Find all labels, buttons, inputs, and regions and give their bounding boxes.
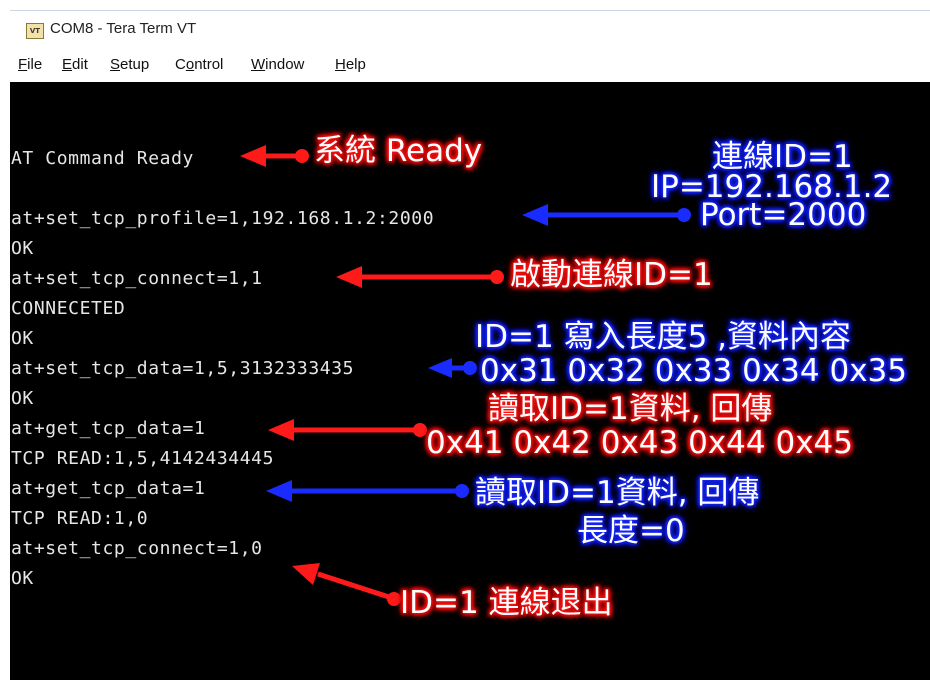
menu-control-rest: ntrol	[194, 56, 224, 73]
terminal-line: TCP READ:1,0	[11, 508, 149, 529]
terminal-line: at+get_tcp_data=1	[11, 418, 206, 439]
terminal-line: at+get_tcp_data=1	[11, 478, 206, 499]
terminal-line: OK	[11, 328, 34, 349]
annotation-port: Port=2000	[700, 197, 867, 233]
menu-window[interactable]: Window	[251, 56, 304, 73]
menu-setup[interactable]: Setup	[110, 56, 149, 73]
terminal-line: at+set_tcp_connect=1,0	[11, 538, 263, 559]
window-title: COM8 - Tera Term VT	[50, 20, 197, 37]
title-bar[interactable]: VT COM8 - Tera Term VT	[10, 10, 930, 47]
menu-file-accel: F	[18, 56, 28, 73]
menu-edit-rest: dit	[72, 56, 88, 73]
menu-help[interactable]: Help	[335, 56, 366, 73]
menu-help-rest: elp	[345, 56, 366, 73]
terminal-line: AT Command Ready	[11, 148, 194, 169]
annotation-disconnect: ID=1 連線退出	[400, 585, 613, 621]
annotation-start-connection: 啟動連線ID=1	[510, 257, 713, 293]
menu-window-rest: indow	[265, 56, 305, 73]
menu-control-accel: o	[185, 56, 195, 73]
terminal-line: OK	[11, 388, 34, 409]
menu-file-rest: ile	[27, 56, 43, 73]
annotation-read-data-1: 0x41 0x42 0x43 0x44 0x45	[426, 425, 853, 461]
menu-window-accel: W	[251, 56, 266, 73]
terminal-line: at+set_tcp_data=1,5,3132333435	[11, 358, 355, 379]
terminal-line: TCP READ:1,5,4142434445	[11, 448, 275, 469]
terminal-line: OK	[11, 568, 34, 589]
menu-setup-accel: S	[110, 56, 121, 73]
annotation-read-length-2: 長度=0	[577, 513, 685, 549]
menu-setup-rest: etup	[120, 56, 150, 73]
terminal-line: OK	[11, 238, 34, 259]
annotation-write-description: ID=1 寫入長度5 ,資料內容	[475, 319, 851, 355]
menu-help-accel: H	[335, 56, 346, 73]
annotation-read-description-1: 讀取ID=1資料, 回傳	[488, 391, 773, 427]
tera-term-app-icon: VT	[26, 23, 44, 39]
menu-control[interactable]: Control	[175, 56, 223, 73]
terminal-line: CONNECETED	[11, 298, 126, 319]
terminal-line: at+set_tcp_connect=1,1	[11, 268, 263, 289]
menu-bar: File Edit Setup Control Window Help	[10, 46, 930, 83]
menu-edit-accel: E	[62, 56, 73, 73]
menu-edit[interactable]: Edit	[62, 56, 88, 73]
tera-term-window: VT COM8 - Tera Term VT File Edit Setup C…	[0, 0, 930, 680]
annotation-write-data: 0x31 0x32 0x33 0x34 0x35	[480, 353, 907, 389]
menu-control-pre: C	[175, 56, 186, 73]
annotation-system-ready: 系統 Ready	[314, 133, 483, 169]
terminal-line: at+set_tcp_profile=1,192.168.1.2:2000	[11, 208, 435, 229]
menu-file[interactable]: File	[18, 56, 42, 73]
annotation-read-description-2: 讀取ID=1資料, 回傳	[475, 475, 760, 511]
